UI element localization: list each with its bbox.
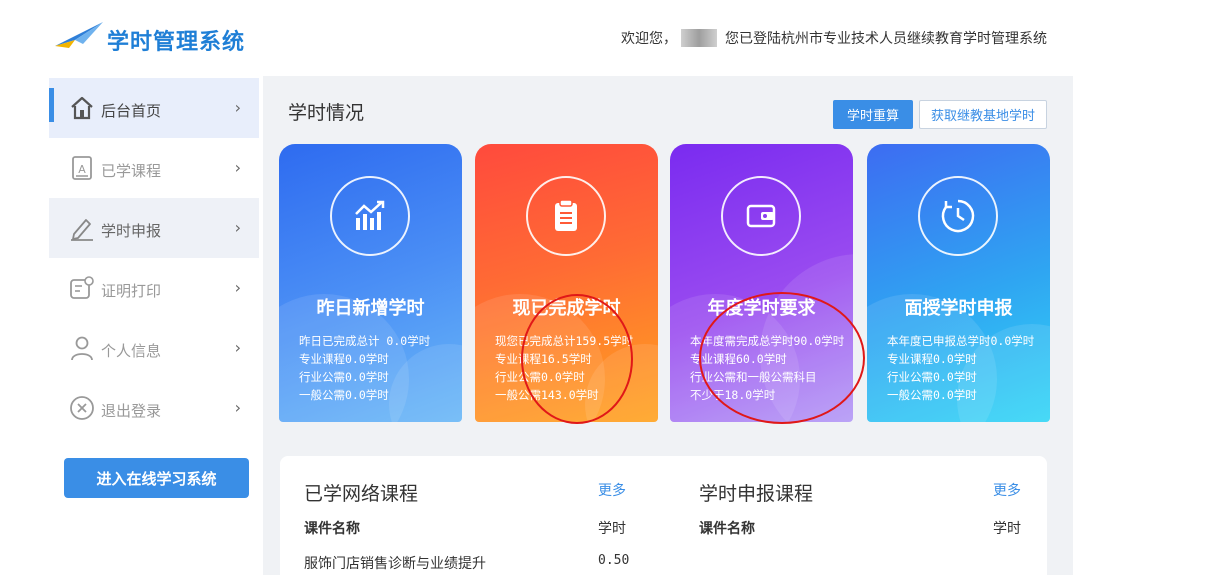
declared-courses-title: 学时申报课程 (699, 483, 814, 505)
card-yesterday-hours: 昨日新增学时 昨日已完成总计 0.0学时 专业课程0.0学时 行业公需0.0学时… (279, 144, 462, 422)
sidebar-item-profile[interactable]: 个人信息 › (49, 318, 259, 378)
user-icon (71, 336, 93, 361)
card-details: 本年度需完成总学时90.0学时 专业课程60.0学时 行业公需和一般公需科目 不… (690, 332, 844, 404)
card-line: 专业课程0.0学时 (887, 352, 977, 366)
trend-chart-icon (355, 200, 385, 230)
fetch-base-hours-button[interactable]: 获取继教基地学时 (919, 100, 1047, 129)
document-icon: A (72, 156, 92, 180)
card-line: 行业公需0.0学时 (887, 370, 977, 384)
courses-panel: 已学网络课程 更多 课件名称 学时 服饰门店销售诊断与业绩提升 0.50 学时申… (280, 456, 1047, 575)
card-details: 现您已完成总计159.5学时 专业课程16.5学时 行业公需0.0学时 一般公需… (495, 332, 633, 404)
svg-text:A: A (78, 163, 86, 176)
sidebar-item-declare[interactable]: 学时申报 › (49, 198, 259, 258)
sidebar-item-courses[interactable]: A 已学课程 › (49, 138, 259, 198)
sidebar-menu: 后台首页 › A 已学课程 › 学时申报 › 证明打印 › 个人信息 › 退出登… (49, 78, 259, 438)
card-details: 本年度已申报总学时0.0学时 专业课程0.0学时 行业公需0.0学时 一般公需0… (887, 332, 1034, 404)
logo-text: 学时管理系统 (107, 29, 246, 55)
card-icon-circle (526, 176, 606, 256)
card-line: 专业课程16.5学时 (495, 352, 592, 366)
sidebar: 学时管理系统 后台首页 › A 已学课程 › 学时申报 › 证明打印 › 个人信… (49, 0, 259, 575)
card-completed-hours: 现已完成学时 现您已完成总计159.5学时 专业课程16.5学时 行业公需0.0… (475, 144, 658, 422)
chevron-right-icon: › (234, 218, 241, 237)
clock-icon (941, 199, 975, 233)
column-header-name: 课件名称 (304, 521, 360, 537)
card-line: 行业公需0.0学时 (299, 370, 389, 384)
card-inperson-hours: 面授学时申报 本年度已申报总学时0.0学时 专业课程0.0学时 行业公需0.0学… (867, 144, 1050, 422)
declared-courses-more-link[interactable]: 更多 (993, 480, 1021, 500)
sidebar-item-logout[interactable]: 退出登录 › (49, 378, 259, 438)
card-line: 一般公需143.0学时 (495, 388, 599, 402)
card-title: 面授学时申报 (904, 298, 1013, 319)
course-row-name[interactable]: 服饰门店销售诊断与业绩提升 (304, 553, 486, 573)
sidebar-item-label: 证明打印 (101, 282, 162, 300)
sidebar-item-certificate[interactable]: 证明打印 › (49, 258, 259, 318)
column-header-hours: 学时 (993, 521, 1021, 537)
card-line: 现您已完成总计159.5学时 (495, 334, 634, 348)
pen-icon (71, 219, 93, 241)
welcome-message: 欢迎您， 您已登陆杭州市专业技术人员继续教育学时管理系统 (621, 28, 1047, 48)
card-line: 本年度已申报总学时0.0学时 (887, 334, 1035, 348)
card-title: 昨日新增学时 (316, 298, 425, 319)
column-header-name: 课件名称 (699, 521, 755, 537)
sidebar-item-home[interactable]: 后台首页 › (49, 78, 259, 138)
chevron-right-icon: › (234, 338, 241, 357)
card-line: 昨日已完成总计 0.0学时 (299, 334, 431, 348)
enter-learning-system-button[interactable]: 进入在线学习系统 (64, 458, 249, 498)
main-content: 欢迎您， 您已登陆杭州市专业技术人员继续教育学时管理系统 学时情况 学时重算 获… (263, 0, 1073, 575)
exit-icon (70, 396, 94, 420)
logo: 学时管理系统 (49, 0, 259, 66)
card-line: 一般公需0.0学时 (887, 388, 977, 402)
card-line: 行业公需和一般公需科目 (690, 370, 817, 384)
card-title: 年度学时要求 (707, 298, 816, 319)
clipboard-icon (555, 199, 577, 231)
sidebar-item-label: 已学课程 (101, 162, 162, 180)
card-line: 不少于18.0学时 (690, 388, 776, 402)
card-line: 专业课程60.0学时 (690, 352, 787, 366)
chevron-right-icon: › (234, 158, 241, 177)
card-line: 一般公需0.0学时 (299, 388, 389, 402)
page: 学时管理系统 后台首页 › A 已学课程 › 学时申报 › 证明打印 › 个人信… (0, 0, 1228, 575)
sidebar-item-label: 学时申报 (101, 222, 162, 240)
section-title: 学时情况 (288, 102, 365, 124)
card-icon-circle (918, 176, 998, 256)
home-icon (71, 96, 93, 120)
blurred-username (681, 29, 717, 47)
card-annual-requirement: 年度学时要求 本年度需完成总学时90.0学时 专业课程60.0学时 行业公需和一… (670, 144, 853, 422)
chevron-right-icon: › (234, 98, 241, 117)
welcome-prefix: 欢迎您， (621, 31, 677, 47)
card-line: 本年度需完成总学时90.0学时 (690, 334, 845, 348)
card-title: 现已完成学时 (512, 298, 621, 319)
welcome-suffix: 您已登陆杭州市专业技术人员继续教育学时管理系统 (725, 31, 1047, 47)
card-line: 行业公需0.0学时 (495, 370, 585, 384)
chevron-right-icon: › (234, 278, 241, 297)
card-icon-circle (721, 176, 801, 256)
course-row-hours: 0.50 (598, 553, 630, 568)
learned-courses-title: 已学网络课程 (304, 483, 419, 505)
wallet-icon (746, 204, 776, 228)
header: 欢迎您， 您已登陆杭州市专业技术人员继续教育学时管理系统 (263, 0, 1073, 76)
sidebar-item-label: 个人信息 (101, 342, 162, 360)
learned-courses-more-link[interactable]: 更多 (598, 480, 626, 500)
card-line: 专业课程0.0学时 (299, 352, 389, 366)
paper-plane-icon (55, 22, 103, 48)
sidebar-item-label: 退出登录 (101, 402, 162, 420)
certificate-icon (70, 276, 94, 299)
chevron-right-icon: › (234, 398, 241, 417)
column-header-hours: 学时 (598, 521, 626, 537)
card-details: 昨日已完成总计 0.0学时 专业课程0.0学时 行业公需0.0学时 一般公需0.… (299, 332, 430, 404)
recalculate-button[interactable]: 学时重算 (833, 100, 913, 129)
sidebar-item-label: 后台首页 (101, 102, 162, 120)
card-icon-circle (330, 176, 410, 256)
